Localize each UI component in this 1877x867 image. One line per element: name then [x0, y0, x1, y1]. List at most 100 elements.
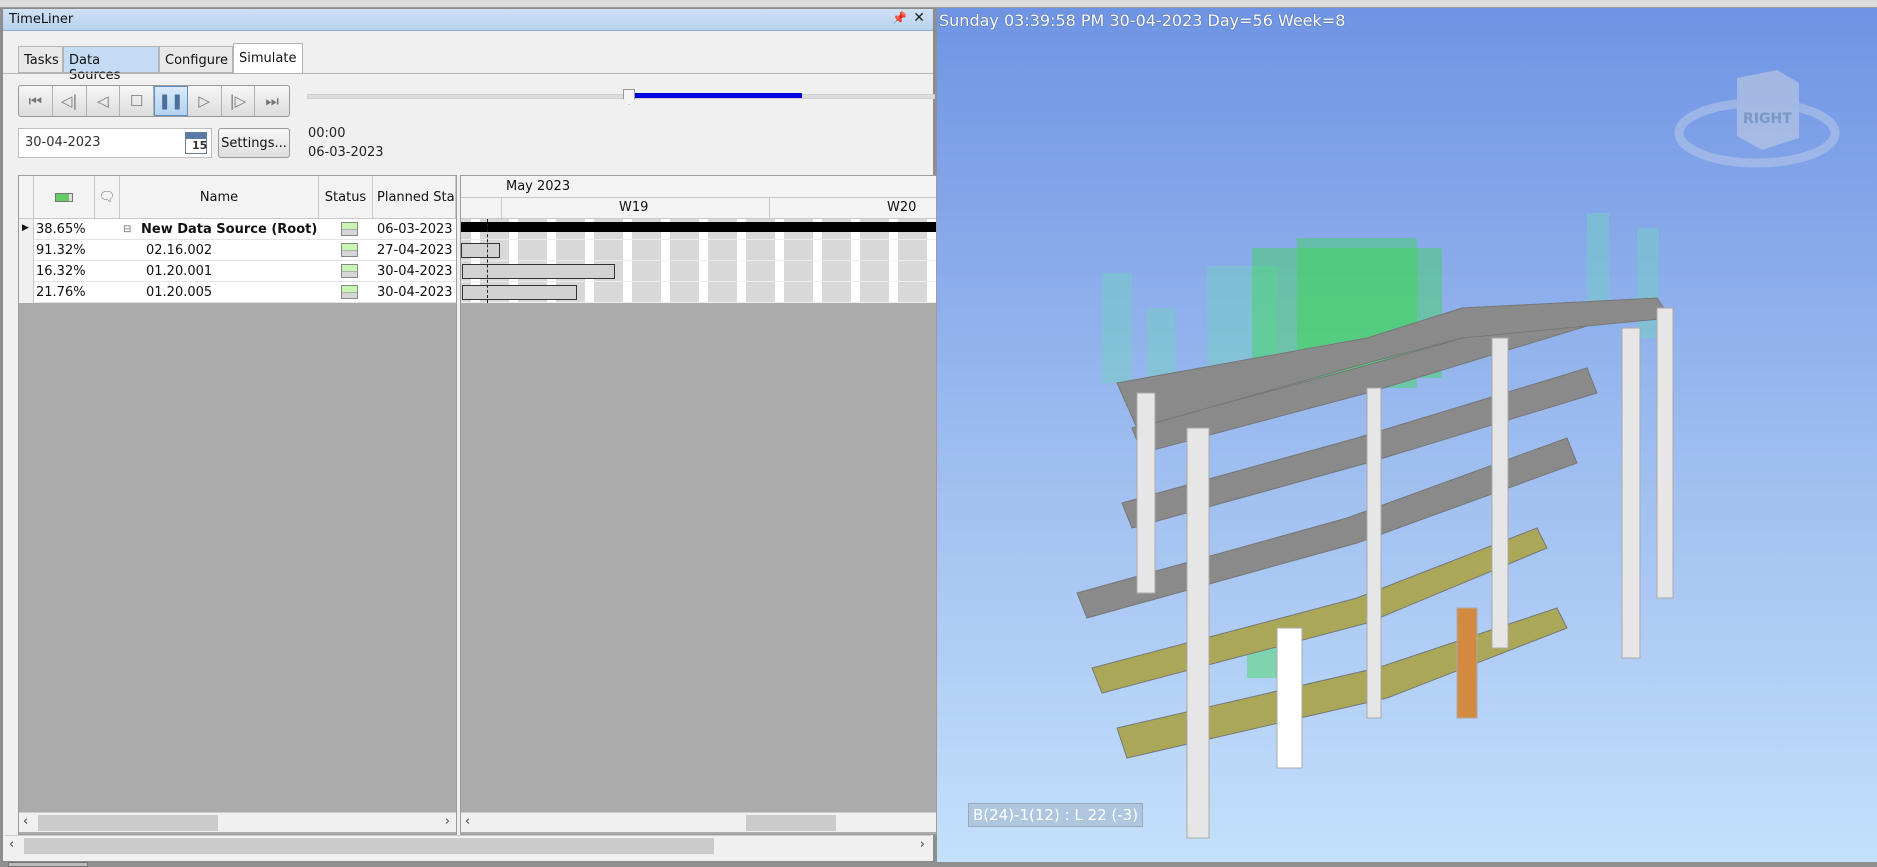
skip-to-end-button[interactable]: ⏭ [255, 86, 289, 116]
scroll-left-icon[interactable]: ‹ [465, 814, 470, 829]
month-label: May 2023 [506, 179, 571, 194]
pause-button[interactable]: ❚❚ [154, 86, 188, 116]
column-header-planned-start[interactable]: Planned Sta [373, 176, 456, 219]
row-header[interactable] [19, 240, 34, 261]
row-name: 01.20.001 [146, 264, 213, 279]
stop-icon: ☐ [129, 92, 144, 110]
gantt-week-header: W19 W20 [461, 198, 936, 219]
gantt-chart: May 2023 W19 W20 ‹ [460, 175, 937, 835]
gantt-bar[interactable] [461, 243, 500, 258]
row-planned-start: 30-04-2023 [377, 264, 453, 279]
row-header[interactable]: ▶ [19, 219, 34, 240]
row-header-corner [19, 176, 34, 219]
column-header-name[interactable]: Name [120, 176, 319, 219]
collapse-icon[interactable]: ⊟ [123, 219, 131, 240]
pause-icon: ❚❚ [158, 92, 184, 110]
tab-divider [3, 73, 933, 74]
panel-horizontal-scrollbar[interactable]: ‹ › [5, 835, 931, 855]
stop-button[interactable]: ☐ [120, 86, 154, 116]
table-row[interactable]: 91.32% 02.16.002 27-04-2023 [19, 240, 456, 261]
top-strip [0, 0, 1877, 8]
pin-icon[interactable]: 📌 [892, 11, 907, 25]
viewcube-icon[interactable]: RIGHT [1674, 70, 1840, 168]
scrollbar-thumb[interactable] [24, 838, 714, 854]
grid-horizontal-scrollbar[interactable]: ‹ › [19, 812, 456, 832]
play-reverse-button[interactable]: ◁ [87, 86, 121, 116]
scroll-right-icon[interactable]: › [920, 837, 925, 852]
timeliner-panel: TimeLiner 📌 ✕ Tasks Data Sources Configu… [2, 8, 937, 862]
column-header-status[interactable]: Status [319, 176, 373, 219]
row-name: New Data Source (Root) [141, 222, 318, 237]
settings-button[interactable]: Settings... [218, 128, 290, 158]
time-readout: 00:00 [308, 126, 346, 141]
scroll-left-icon[interactable]: ‹ [23, 814, 28, 829]
bottom-tab[interactable] [8, 862, 88, 867]
close-icon[interactable]: ✕ [913, 10, 925, 26]
timeline-slider-range [635, 93, 802, 98]
divider [501, 198, 502, 219]
tab-tasks[interactable]: Tasks [18, 46, 63, 73]
gantt-bar[interactable] [462, 264, 615, 279]
week-label: W19 [619, 200, 649, 215]
table-row[interactable]: 16.32% 01.20.001 30-04-2023 [19, 261, 456, 282]
row-header[interactable] [19, 261, 34, 282]
skip-end-icon: ⏭ [265, 92, 279, 110]
timeline-slider-track[interactable] [307, 94, 935, 99]
building-model[interactable]: RIGHT [937, 8, 1877, 862]
row-header[interactable] [19, 282, 34, 303]
skip-to-start-button[interactable]: ⏮ [19, 86, 53, 116]
row-percent: 16.32% [36, 264, 86, 279]
status-icon [341, 243, 358, 257]
gantt-horizontal-scrollbar[interactable]: ‹ [461, 812, 936, 832]
gantt-month-header: May 2023 [461, 176, 936, 198]
gantt-row [461, 282, 936, 303]
row-name: 01.20.005 [146, 285, 213, 300]
gantt-bar[interactable] [462, 285, 577, 300]
scroll-right-icon[interactable]: › [445, 814, 450, 829]
status-icon [341, 285, 358, 299]
comment-icon: 🗨 [98, 189, 116, 205]
row-planned-start: 06-03-2023 [377, 222, 453, 237]
gantt-bar[interactable] [461, 222, 936, 232]
scroll-left-icon[interactable]: ‹ [9, 837, 14, 852]
calendar-icon[interactable]: 15 [185, 132, 207, 154]
divider [769, 198, 770, 219]
row-percent: 21.76% [36, 285, 86, 300]
tab-configure[interactable]: Configure [159, 46, 233, 73]
3d-viewport[interactable]: Sunday 03:39:58 PM 30-04-2023 Day=56 Wee… [937, 8, 1877, 862]
week-label: W20 [887, 200, 917, 215]
play-icon: ▷ [198, 92, 210, 110]
table-row[interactable]: 21.76% 01.20.005 30-04-2023 [19, 282, 456, 303]
tab-data-sources[interactable]: Data Sources [63, 46, 159, 83]
column-header-progress[interactable] [34, 176, 95, 219]
battery-icon [55, 192, 73, 202]
row-percent: 38.65% [36, 222, 86, 237]
gantt-row [461, 261, 936, 282]
tab-simulate[interactable]: Simulate [233, 43, 303, 74]
row-planned-start: 27-04-2023 [377, 243, 453, 258]
step-back-icon: ◁| [60, 92, 78, 110]
scrollbar-thumb[interactable] [746, 815, 836, 831]
date-readout: 06-03-2023 [308, 145, 384, 160]
date-value: 30-04-2023 [25, 135, 101, 150]
panel-title: TimeLiner [9, 12, 74, 27]
row-name: 02.16.002 [146, 243, 213, 258]
selection-tooltip: B(24)-1(12) : L 22 (-3) [968, 803, 1144, 827]
play-button[interactable]: ▷ [188, 86, 222, 116]
row-planned-start: 30-04-2023 [377, 285, 453, 300]
table-row[interactable]: ▶ 38.65% ⊟ New Data Source (Root) 06-03-… [19, 219, 456, 240]
playback-controls: ⏮ ◁| ◁ ☐ ❚❚ ▷ |▷ ⏭ [18, 85, 290, 117]
current-time-marker [487, 219, 488, 303]
step-forward-icon: |▷ [229, 92, 247, 110]
step-forward-button[interactable]: |▷ [222, 86, 256, 116]
column-header-comments[interactable]: 🗨 [95, 176, 120, 219]
skip-start-icon: ⏮ [28, 92, 43, 110]
status-icon [341, 264, 358, 278]
date-input[interactable]: 30-04-2023 15 [18, 128, 212, 158]
step-back-button[interactable]: ◁| [53, 86, 87, 116]
row-percent: 91.32% [36, 243, 86, 258]
svg-text:RIGHT: RIGHT [1743, 111, 1792, 127]
scrollbar-thumb[interactable] [38, 815, 218, 831]
panel-titlebar: TimeLiner 📌 ✕ [3, 9, 933, 31]
timeline-slider-thumb[interactable] [623, 89, 635, 105]
